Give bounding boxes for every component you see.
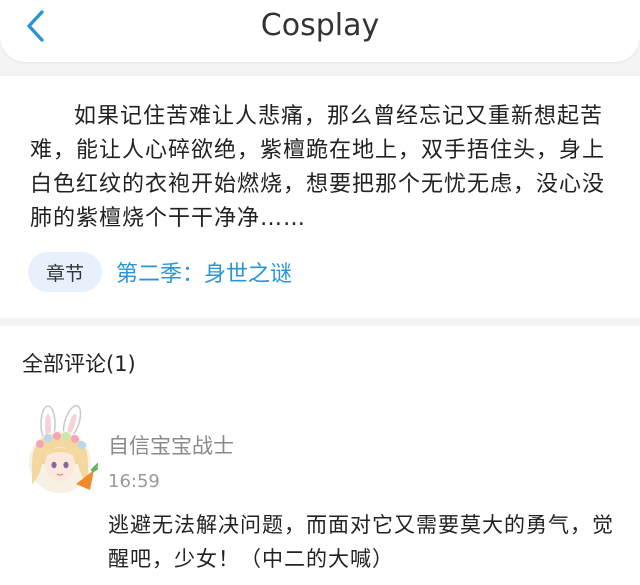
- synopsis-card: 如果记住苦难让人悲痛，那么曾经忘记又重新想起苦难，能让人心碎欲绝，紫檀跪在地上，…: [0, 76, 640, 318]
- avatar[interactable]: [20, 404, 100, 496]
- comments-heading: 全部评论(1): [22, 352, 136, 376]
- chapter-link[interactable]: 第二季：身世之谜: [116, 256, 292, 288]
- bunny-girl-avatar-icon: [29, 404, 100, 493]
- page-title: Cosplay: [260, 8, 380, 43]
- comment-text: 逃避无法解决问题，而面对它又需要莫大的勇气，觉醒吧，少女！（中二的大喊）: [108, 513, 614, 571]
- comments-section: 全部评论(1) 自信宝宝战士 16:59 逃避无法解决问题，而面对它又需要莫大的…: [0, 326, 640, 585]
- chapter-tag: 章节: [28, 252, 102, 292]
- synopsis-text: 如果记住苦难让人悲痛，那么曾经忘记又重新想起苦难，能让人心碎欲绝，紫檀跪在地上，…: [30, 104, 606, 231]
- top-bar: Cosplay: [0, 0, 640, 62]
- page: Cosplay 如果记住苦难让人悲痛，那么曾经忘记又重新想起苦难，能让人心碎欲绝…: [0, 0, 640, 585]
- comment-time: 16:59: [108, 471, 160, 492]
- chapter-row: 章节 第二季：身世之谜: [28, 252, 292, 292]
- comment-username[interactable]: 自信宝宝战士: [108, 430, 234, 460]
